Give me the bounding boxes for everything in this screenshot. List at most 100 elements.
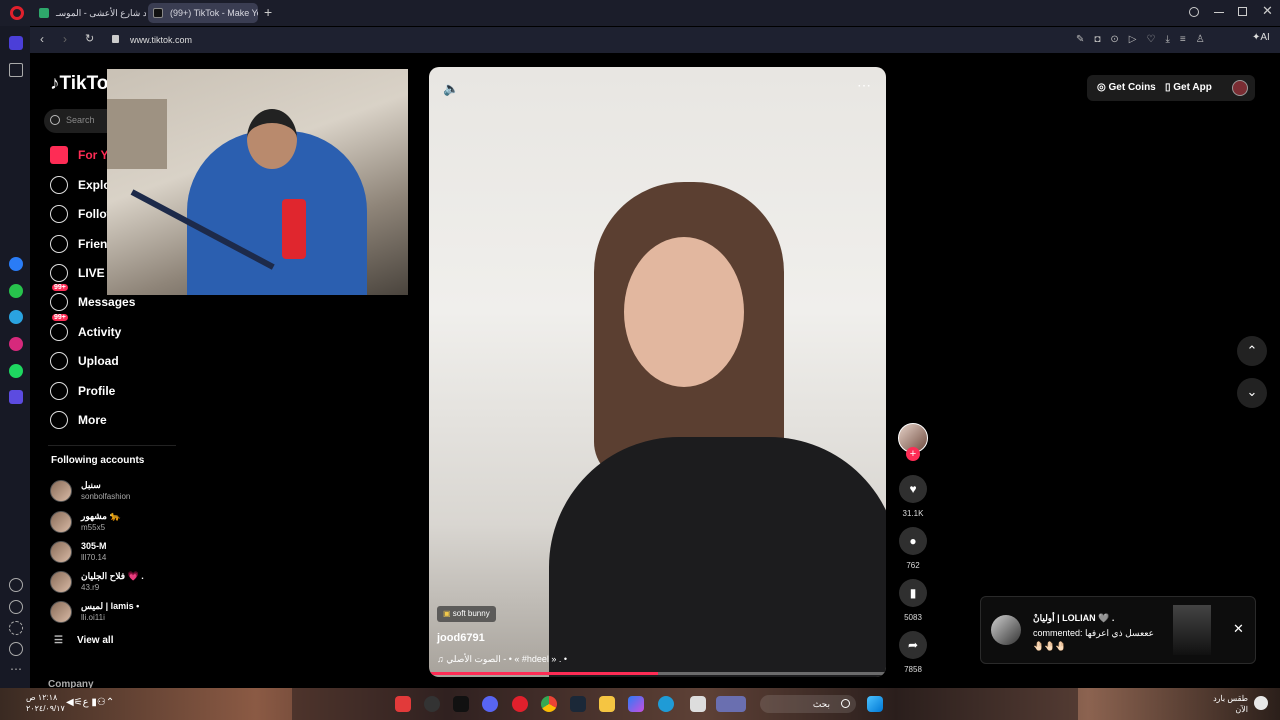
home-icon[interactable] bbox=[9, 36, 23, 50]
url-field[interactable]: www.tiktok.com bbox=[130, 35, 192, 45]
avatar bbox=[50, 571, 72, 593]
effect-tag[interactable]: ▣ soft bunny bbox=[437, 606, 496, 622]
next-video-button[interactable]: ⌄ bbox=[1237, 378, 1267, 408]
whatsapp-icon[interactable] bbox=[9, 284, 23, 298]
nav-item-upload[interactable]: Upload bbox=[50, 349, 119, 373]
activity-icon bbox=[50, 323, 68, 341]
copilot-icon[interactable] bbox=[628, 696, 644, 712]
account-name: سنبل bbox=[81, 480, 101, 490]
opera-icon[interactable] bbox=[512, 696, 528, 712]
headboard bbox=[107, 99, 167, 169]
view-all-link[interactable]: ☰ View all bbox=[54, 635, 113, 646]
nav-label: Upload bbox=[78, 354, 119, 368]
close-notification-icon[interactable]: ✕ bbox=[1233, 621, 1244, 637]
toolbar-icons[interactable]: ✎◘⊙▷♡⤓≡♙ bbox=[1076, 34, 1215, 45]
comment-notification[interactable]: أوليانْ | LOLIAN 🩶 . commented: عععسل ذي… bbox=[980, 596, 1256, 664]
creator-avatar[interactable]: + bbox=[898, 423, 928, 461]
clock-time: ١٢:١٨ ص bbox=[26, 693, 58, 702]
get-coins-button[interactable]: ◎ Get Coins bbox=[1097, 82, 1156, 93]
steam-client-icon[interactable] bbox=[570, 696, 586, 712]
nav-badge: 99+ bbox=[52, 314, 68, 321]
bulb-icon[interactable] bbox=[9, 642, 23, 656]
user-avatar[interactable] bbox=[1232, 80, 1248, 96]
account-name: لميس | lamis • bbox=[81, 601, 140, 611]
nav-label: Messages bbox=[78, 295, 136, 309]
taskbar-search[interactable]: بحث bbox=[760, 695, 856, 713]
like-button[interactable]: ♥ 31.1K bbox=[898, 475, 928, 518]
instagram-icon[interactable] bbox=[9, 337, 23, 351]
account-username: m55x5 bbox=[81, 523, 106, 532]
anydesk-icon[interactable] bbox=[395, 696, 411, 712]
save-button[interactable]: ▮ 5083 bbox=[898, 579, 928, 622]
get-coins-label: Get Coins bbox=[1108, 82, 1156, 93]
discord-icon[interactable] bbox=[482, 696, 498, 712]
minimize-button[interactable] bbox=[1214, 12, 1224, 13]
edge-icon[interactable] bbox=[658, 696, 674, 712]
comment-button[interactable]: ● 762 bbox=[898, 527, 928, 570]
settings-icon[interactable] bbox=[9, 621, 23, 635]
volume-icon[interactable]: 🔈 bbox=[443, 81, 459, 97]
effect-label: soft bunny bbox=[452, 609, 490, 618]
view-all-label: View all bbox=[76, 635, 114, 646]
share-count: 7858 bbox=[904, 665, 922, 674]
clock[interactable]: ١٢:١٨ ص ٢٠٢٤/٠٩/١٧ bbox=[26, 692, 65, 714]
get-app-button[interactable]: ▯ Get App bbox=[1165, 82, 1212, 93]
video-subject-body bbox=[549, 437, 886, 677]
nav-item-profile[interactable]: Profile bbox=[50, 379, 115, 403]
video-author[interactable]: jood6791 bbox=[437, 632, 485, 644]
video-sound[interactable]: ♫ الصوت الأصلي - • « #hdeel » . • bbox=[437, 654, 567, 665]
clock-date: ٢٠٢٤/٠٩/١٧ bbox=[26, 704, 65, 713]
maximize-button[interactable] bbox=[1238, 7, 1247, 16]
explorer-icon[interactable] bbox=[599, 696, 615, 712]
live-icon bbox=[50, 264, 68, 282]
video-progress-track[interactable] bbox=[429, 672, 886, 675]
avatar bbox=[50, 480, 72, 502]
coin-icon: ◎ bbox=[1097, 82, 1109, 93]
video-subject-face bbox=[624, 237, 744, 387]
back-icon[interactable]: ‹ bbox=[40, 32, 44, 46]
close-window-button[interactable]: ✕ bbox=[1262, 3, 1273, 19]
like-count: 31.1K bbox=[902, 509, 924, 518]
browser-tab-bar: شاهد شارع الأعشى - الموسـ (99+) TikTok -… bbox=[0, 0, 1280, 26]
spotify-icon[interactable] bbox=[9, 364, 23, 378]
steam-icon[interactable] bbox=[424, 696, 440, 712]
forward-icon[interactable]: › bbox=[63, 32, 67, 46]
start-icon[interactable] bbox=[867, 696, 883, 712]
history-icon[interactable] bbox=[9, 600, 23, 614]
game-icon[interactable] bbox=[716, 696, 746, 712]
nav-badge: 99+ bbox=[52, 284, 68, 291]
weather-widget[interactable]: طقس بارد الآن bbox=[1196, 693, 1248, 715]
follow-plus-icon[interactable]: + bbox=[906, 447, 920, 461]
browser-tab-active[interactable]: (99+) TikTok - Make Your Day bbox=[148, 3, 258, 23]
telegram-icon[interactable] bbox=[9, 310, 23, 324]
more-icon[interactable]: ⋯ bbox=[10, 662, 22, 676]
star-icon[interactable] bbox=[9, 63, 23, 77]
avatar bbox=[50, 511, 72, 533]
search-tabs-icon[interactable] bbox=[1189, 7, 1199, 17]
search-icon bbox=[50, 115, 60, 125]
nav-item-more[interactable]: More bbox=[50, 408, 107, 432]
messenger-icon[interactable] bbox=[9, 257, 23, 271]
home-icon bbox=[50, 146, 68, 164]
person-head bbox=[247, 109, 297, 169]
reload-icon[interactable]: ↻ bbox=[85, 32, 94, 45]
nav-item-live[interactable]: LIVE bbox=[50, 261, 105, 285]
prev-video-button[interactable]: ⌃ bbox=[1237, 336, 1267, 366]
tiktok-app-icon[interactable] bbox=[453, 696, 469, 712]
heart-icon[interactable] bbox=[9, 578, 23, 592]
share-button[interactable]: ➦ 7858 bbox=[898, 631, 928, 674]
notification-name: أوليانْ | LOLIAN 🩶 . bbox=[1033, 613, 1115, 623]
tiktok-note-icon: ♪ bbox=[50, 73, 60, 94]
new-tab-button[interactable]: + bbox=[264, 4, 272, 20]
chrome-icon[interactable] bbox=[541, 696, 557, 712]
nav-item-activity[interactable]: 99+ Activity bbox=[50, 314, 121, 344]
player-icon[interactable] bbox=[9, 390, 23, 404]
opera-logo-icon[interactable] bbox=[10, 6, 24, 20]
browser-tab[interactable]: شاهد شارع الأعشى - الموسـ bbox=[34, 3, 146, 23]
ai-button[interactable]: ✦AI bbox=[1252, 32, 1270, 43]
tray-icons[interactable]: ◀⚟ع ▮⚇⌃ bbox=[66, 697, 114, 708]
video-player[interactable]: 🔈 ⋯ ▣ soft bunny jood6791 ♫ الصوت الأصلي… bbox=[429, 67, 886, 677]
task-view-icon[interactable] bbox=[690, 696, 706, 712]
comment-count: 762 bbox=[906, 561, 920, 570]
video-more-icon[interactable]: ⋯ bbox=[857, 77, 871, 94]
